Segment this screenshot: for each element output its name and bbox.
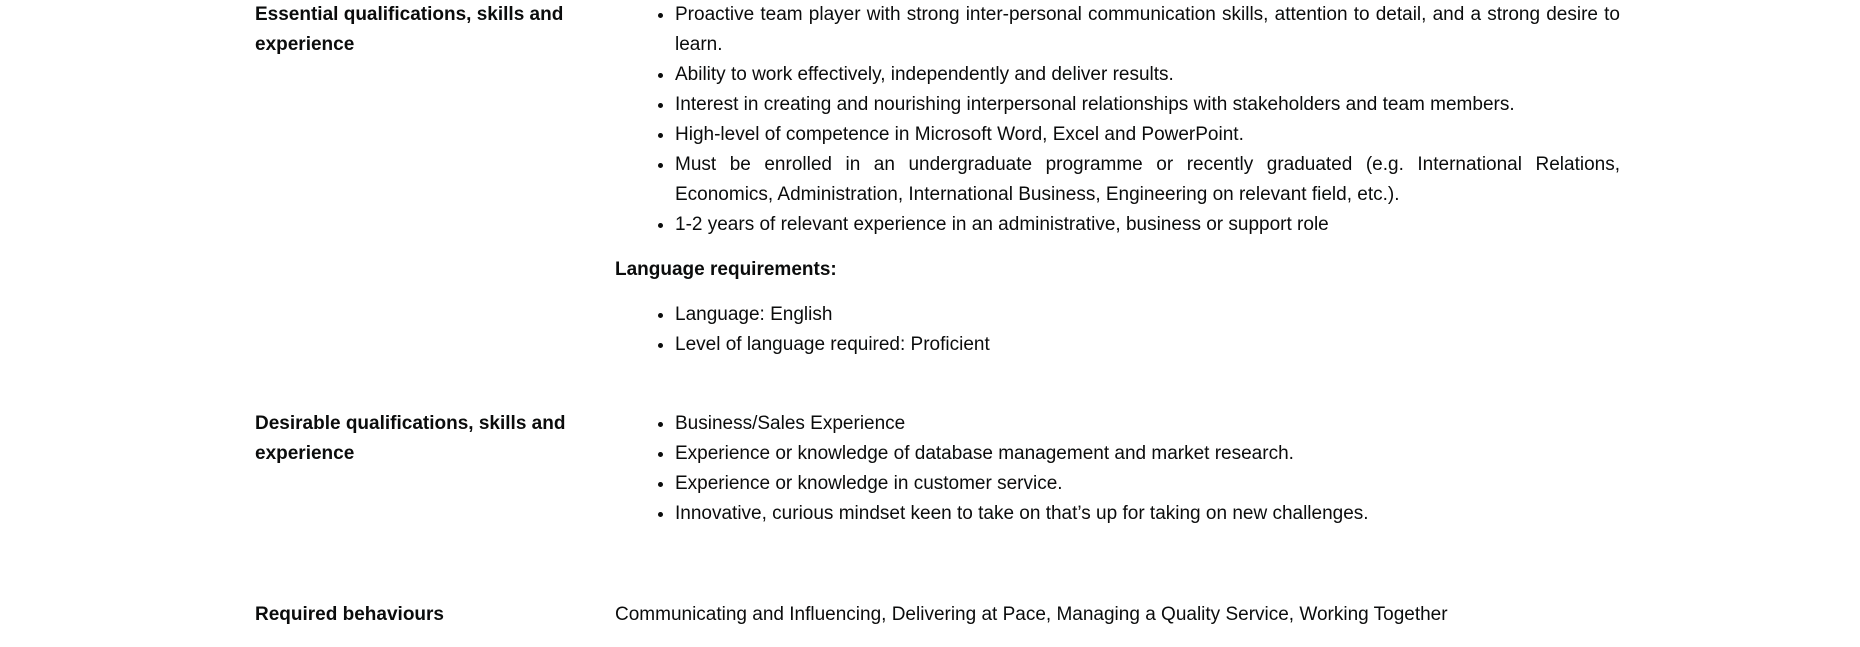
essential-qualifications-content: Proactive team player with strong inter-…: [615, 0, 1620, 360]
list-item: Experience or knowledge of database mana…: [675, 439, 1620, 469]
list-item: Language: English: [675, 300, 1620, 330]
list-item: High-level of competence in Microsoft Wo…: [675, 120, 1620, 150]
desirable-qualifications-label: Desirable qualifications, skills and exp…: [255, 413, 566, 464]
desirable-qualifications-content: Business/Sales Experience Experience or …: [615, 409, 1620, 529]
list-item: Interest in creating and nourishing inte…: [675, 90, 1620, 120]
language-requirements-heading: Language requirements:: [615, 259, 837, 280]
desirable-qualifications-list: Business/Sales Experience Experience or …: [615, 409, 1620, 529]
required-behaviours-label: Required behaviours: [255, 604, 444, 625]
list-item: Business/Sales Experience: [675, 409, 1620, 439]
essential-qualifications-label: Essential qualifications, skills and exp…: [255, 4, 564, 55]
list-item: Must be enrolled in an undergraduate pro…: [675, 150, 1620, 210]
language-requirements-list: Language: English Level of language requ…: [615, 300, 1620, 360]
list-item: Experience or knowledge in customer serv…: [675, 469, 1620, 499]
essential-qualifications-list: Proactive team player with strong inter-…: [615, 0, 1620, 240]
list-item: Proactive team player with strong inter-…: [675, 0, 1620, 60]
list-item: 1-2 years of relevant experience in an a…: [675, 210, 1620, 240]
list-item: Level of language required: Proficient: [675, 330, 1620, 360]
list-item: Ability to work effectively, independent…: [675, 60, 1620, 90]
list-item: Innovative, curious mindset keen to take…: [675, 499, 1620, 529]
required-behaviours-value: Communicating and Influencing, Deliverin…: [615, 604, 1448, 625]
